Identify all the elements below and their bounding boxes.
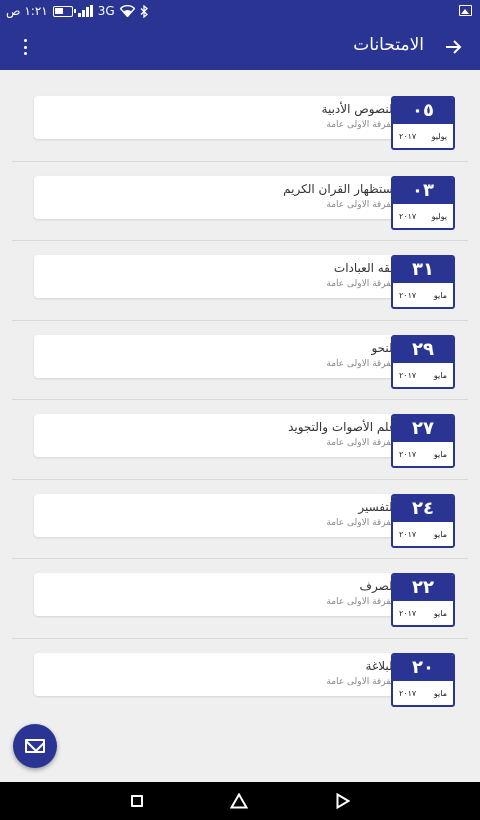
exam-grade: الفرقة الاولى عامة bbox=[326, 517, 396, 528]
exam-year: ٢٠١٧ bbox=[399, 609, 417, 618]
exam-subject: فقه العبادات bbox=[333, 261, 396, 275]
exam-subject: النصوص الأدبية bbox=[321, 102, 396, 116]
exam-card[interactable]: فقه العبادات الفرقة الاولى عامة bbox=[34, 255, 404, 298]
exam-day: ٢٧ bbox=[393, 416, 453, 442]
exam-day: ٣١ bbox=[393, 257, 453, 283]
exam-day: ٢٩ bbox=[393, 336, 453, 363]
exam-day: ٠٣ bbox=[393, 177, 453, 204]
exam-month-year: مايو ٢٠١٧ bbox=[393, 601, 453, 625]
exam-day: ٢٠ bbox=[393, 654, 453, 681]
exam-grade: الفرقة الاولى عامة bbox=[326, 120, 396, 130]
exam-month-year: مايو ٢٠١٧ bbox=[393, 681, 453, 705]
exam-month: يوليو bbox=[431, 132, 447, 141]
exam-year: ٢٠١٧ bbox=[399, 688, 417, 698]
recents-icon[interactable] bbox=[131, 795, 143, 807]
exam-date-badge[interactable]: ٢٤ مايو ٢٠١٧ bbox=[391, 493, 455, 548]
exam-date-badge[interactable]: ٣١ مايو ٢٠١٧ bbox=[391, 255, 455, 309]
exam-month-year: مايو ٢٠١٧ bbox=[393, 522, 453, 546]
exam-date-badge[interactable]: ٢٧ مايو ٢٠١٧ bbox=[391, 414, 455, 468]
exam-month: مايو bbox=[433, 450, 447, 459]
exam-row[interactable]: النصوص الأدبية الفرقة الاولى عامة ٠٥ يول… bbox=[12, 82, 468, 162]
more-vert-icon[interactable] bbox=[18, 37, 32, 57]
exam-month: مايو bbox=[433, 688, 447, 698]
system-nav-bar bbox=[0, 782, 480, 820]
exam-row[interactable]: فقه العبادات الفرقة الاولى عامة ٣١ مايو … bbox=[12, 241, 468, 321]
exam-card[interactable]: استظهار القران الكريم الفرقة الاولى عامة bbox=[34, 175, 404, 219]
network-type: 3G bbox=[97, 4, 115, 18]
exam-day: ٠٥ bbox=[393, 98, 453, 124]
exam-month: مايو bbox=[433, 370, 447, 380]
status-bar: ١:٢١ ص 3G bbox=[0, 0, 480, 24]
arrow-forward-icon[interactable] bbox=[440, 34, 466, 60]
exam-date-badge[interactable]: ٠٥ يوليو ٢٠١٧ bbox=[391, 96, 455, 150]
exam-date-badge[interactable]: ٢٢ مايو ٢٠١٧ bbox=[391, 573, 455, 627]
exam-list[interactable]: النصوص الأدبية الفرقة الاولى عامة ٠٥ يول… bbox=[12, 82, 468, 718]
exam-year: ٢٠١٧ bbox=[399, 370, 417, 380]
exam-day: ٢٤ bbox=[393, 495, 453, 522]
exam-grade: الفرقة الاولى عامة bbox=[326, 676, 396, 687]
home-icon[interactable] bbox=[230, 793, 248, 809]
battery-icon bbox=[52, 5, 76, 17]
exam-date-badge[interactable]: ٢٩ مايو ٢٠١٧ bbox=[391, 334, 455, 389]
signal-icon bbox=[77, 5, 93, 17]
status-icons: ١:٢١ ص 3G bbox=[6, 4, 149, 18]
exam-subject: علم الأصوات والتجويد bbox=[288, 420, 396, 434]
exam-month-year: يوليو ٢٠١٧ bbox=[393, 124, 453, 148]
app-bar: الامتحانات bbox=[0, 24, 480, 70]
exam-card[interactable]: علم الأصوات والتجويد الفرقة الاولى عامة bbox=[34, 414, 404, 457]
exam-year: ٢٠١٧ bbox=[399, 529, 417, 539]
exam-month-year: يوليو ٢٠١٧ bbox=[393, 204, 453, 228]
exam-card[interactable]: البلاغة الفرقة الاولى عامة bbox=[34, 652, 404, 696]
exam-day: ٢٢ bbox=[393, 575, 453, 601]
exam-month-year: مايو ٢٠١٧ bbox=[393, 363, 453, 387]
exam-card[interactable]: الصرف الفرقة الاولى عامة bbox=[34, 573, 404, 616]
exam-subject: استظهار القران الكريم bbox=[283, 181, 396, 196]
exam-row[interactable]: الصرف الفرقة الاولى عامة ٢٢ مايو ٢٠١٧ bbox=[12, 559, 468, 639]
exam-card[interactable]: النصوص الأدبية الفرقة الاولى عامة bbox=[34, 96, 404, 139]
exam-year: ٢٠١٧ bbox=[399, 132, 417, 141]
bluetooth-icon bbox=[140, 4, 148, 18]
exam-grade: الفرقة الاولى عامة bbox=[326, 358, 396, 369]
page-title: الامتحانات bbox=[353, 35, 424, 55]
exam-card[interactable]: التفسير الفرقة الاولى عامة bbox=[34, 493, 404, 537]
exam-year: ٢٠١٧ bbox=[399, 291, 417, 300]
exam-month: مايو bbox=[433, 529, 447, 539]
exam-month-year: مايو ٢٠١٧ bbox=[393, 442, 453, 466]
back-icon[interactable] bbox=[336, 793, 350, 809]
exam-year: ٢٠١٧ bbox=[399, 450, 417, 459]
exam-grade: الفرقة الاولى عامة bbox=[326, 279, 396, 289]
status-time: ١:٢١ ص bbox=[6, 4, 48, 18]
exam-row[interactable]: علم الأصوات والتجويد الفرقة الاولى عامة … bbox=[12, 400, 468, 480]
notification-icons bbox=[459, 3, 472, 19]
exam-row[interactable]: النحو الفرقة الاولى عامة ٢٩ مايو ٢٠١٧ bbox=[12, 321, 468, 400]
email-icon bbox=[25, 739, 45, 753]
exam-row[interactable]: استظهار القران الكريم الفرقة الاولى عامة… bbox=[12, 162, 468, 241]
exam-month: مايو bbox=[433, 291, 447, 300]
exam-month: مايو bbox=[433, 609, 447, 618]
exam-year: ٢٠١٧ bbox=[399, 211, 417, 221]
exam-grade: الفرقة الاولى عامة bbox=[326, 597, 396, 607]
email-fab-button[interactable] bbox=[13, 724, 57, 768]
wifi-icon bbox=[119, 5, 135, 17]
exam-grade: الفرقة الاولى عامة bbox=[326, 199, 396, 210]
exam-grade: الفرقة الاولى عامة bbox=[326, 438, 396, 448]
exam-date-badge[interactable]: ٢٠ مايو ٢٠١٧ bbox=[391, 652, 455, 707]
exam-card[interactable]: النحو الفرقة الاولى عامة bbox=[34, 334, 404, 378]
exam-row[interactable]: التفسير الفرقة الاولى عامة ٢٤ مايو ٢٠١٧ bbox=[12, 480, 468, 559]
exam-date-badge[interactable]: ٠٣ يوليو ٢٠١٧ bbox=[391, 175, 455, 230]
image-notification-icon bbox=[459, 5, 472, 16]
exam-month-year: مايو ٢٠١٧ bbox=[393, 283, 453, 307]
exam-month: يوليو bbox=[431, 211, 447, 221]
exam-row[interactable]: البلاغة الفرقة الاولى عامة ٢٠ مايو ٢٠١٧ bbox=[12, 639, 468, 719]
